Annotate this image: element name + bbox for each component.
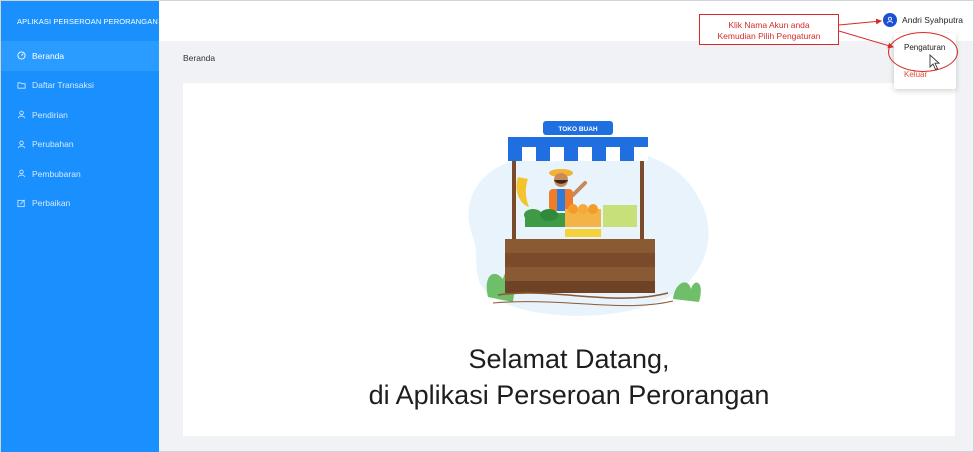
user-icon bbox=[17, 110, 26, 119]
sidebar-item-label: Perubahan bbox=[32, 139, 74, 150]
callout-line-2: Kemudian Pilih Pengaturan bbox=[717, 30, 821, 41]
welcome-line-1: Selamat Datang, bbox=[468, 344, 670, 374]
edit-icon bbox=[17, 199, 26, 208]
main-content: Beranda TOKO BUAH Selamat Datang, di Apl… bbox=[159, 41, 973, 451]
sidebar-item-label: Pembubaran bbox=[32, 168, 81, 179]
sidebar-item-label: Pendirian bbox=[32, 109, 68, 120]
user-account-menu[interactable]: Andri Syahputra bbox=[883, 13, 963, 27]
sidebar-item-label: Perbaikan bbox=[32, 198, 71, 209]
user-icon bbox=[17, 169, 26, 178]
top-header: Andri Syahputra bbox=[159, 1, 973, 41]
sidebar-item-pendirian[interactable]: Pendirian bbox=[1, 100, 159, 130]
user-icon bbox=[17, 140, 26, 149]
sidebar-menu: Beranda Daftar Transaksi Pendirian Perub… bbox=[1, 41, 159, 218]
breadcrumb: Beranda bbox=[183, 53, 216, 63]
callout-line-1: Klik Nama Akun anda bbox=[728, 20, 810, 30]
sidebar-item-pembubaran[interactable]: Pembubaran bbox=[1, 159, 159, 189]
account-dropdown: Pengaturan Keluar bbox=[894, 33, 956, 89]
menu-item-pengaturan[interactable]: Pengaturan bbox=[904, 43, 945, 52]
sidebar: APLIKASI PERSEROAN PERORANGAN Beranda Da… bbox=[1, 1, 159, 452]
sidebar-item-label: Beranda bbox=[32, 50, 65, 61]
sidebar-item-perbaikan[interactable]: Perbaikan bbox=[1, 189, 159, 219]
welcome-line-2: di Aplikasi Perseroan Perorangan bbox=[368, 380, 770, 410]
welcome-message: Selamat Datang, di Aplikasi Perseroan Pe… bbox=[183, 341, 955, 413]
instruction-callout: Klik Nama Akun anda Kemudian Pilih Penga… bbox=[699, 14, 839, 45]
user-name: Andri Syahputra bbox=[902, 15, 963, 25]
dashboard-icon bbox=[17, 51, 26, 60]
sidebar-item-perubahan[interactable]: Perubahan bbox=[1, 130, 159, 160]
user-avatar-icon bbox=[883, 13, 898, 27]
fruit-stall-illustration: TOKO BUAH bbox=[468, 121, 709, 316]
sidebar-item-label: Daftar Transaksi bbox=[32, 80, 94, 91]
app-title: APLIKASI PERSEROAN PERORANGAN bbox=[17, 16, 158, 26]
sidebar-item-daftar-transaksi[interactable]: Daftar Transaksi bbox=[1, 71, 159, 101]
welcome-card: TOKO BUAH Selamat Datang, di Aplikasi Pe… bbox=[183, 83, 955, 436]
sidebar-item-beranda[interactable]: Beranda bbox=[1, 41, 159, 71]
app-window: APLIKASI PERSEROAN PERORANGAN Beranda Da… bbox=[0, 0, 974, 452]
menu-item-keluar[interactable]: Keluar bbox=[904, 70, 927, 79]
shop-sign-text: TOKO BUAH bbox=[558, 126, 598, 133]
folder-open-icon bbox=[17, 81, 26, 90]
